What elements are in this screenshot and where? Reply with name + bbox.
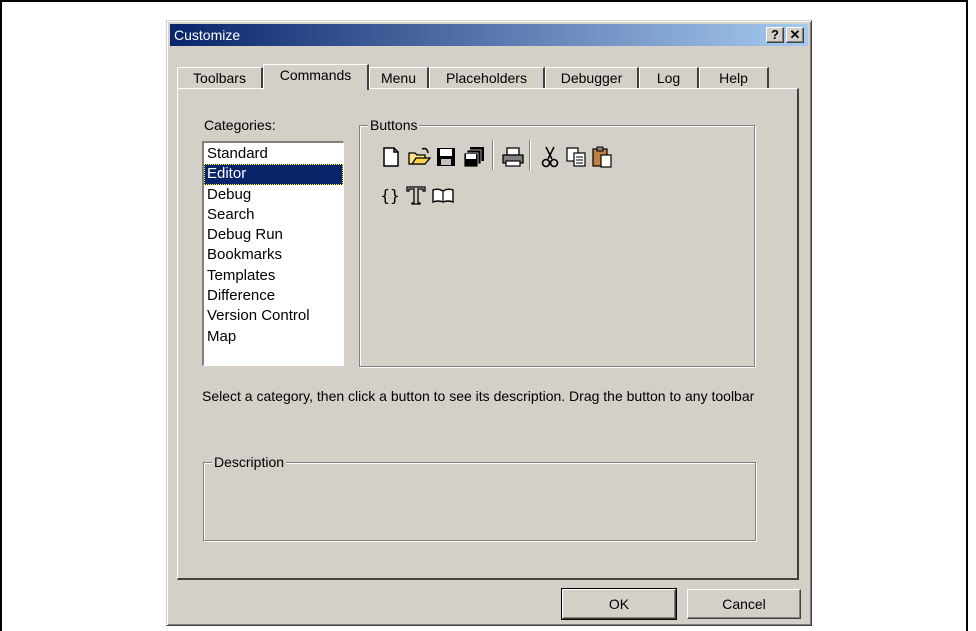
tab-log[interactable]: Log — [639, 67, 699, 89]
book-icon[interactable] — [431, 183, 455, 207]
description-caption: Description — [212, 454, 287, 470]
tab-debugger[interactable]: Debugger — [545, 67, 639, 89]
tab-placeholders[interactable]: Placeholders — [429, 67, 545, 89]
new-file-icon[interactable] — [379, 145, 403, 169]
category-item-editor[interactable]: Editor — [204, 164, 343, 185]
categories-listbox[interactable]: Standard Editor Debug Search Debug Run B… — [202, 141, 344, 366]
categories-label: Categories: — [204, 117, 276, 133]
cancel-button[interactable]: Cancel — [687, 589, 801, 619]
category-item-debug-run[interactable]: Debug Run — [204, 225, 343, 245]
tab-menu[interactable]: Menu — [369, 67, 429, 89]
dialog-title: Customize — [174, 27, 241, 43]
instructions-text: Select a category, then click a button t… — [202, 388, 755, 404]
close-button[interactable]: ✕ — [786, 27, 804, 43]
cut-icon[interactable] — [538, 145, 562, 169]
print-icon[interactable] — [501, 145, 525, 169]
category-item-search[interactable]: Search — [204, 205, 343, 225]
customize-dialog: Customize ? ✕ Toolbars Commands Menu Pla… — [166, 20, 812, 626]
help-button[interactable]: ? — [766, 27, 784, 43]
open-folder-icon[interactable] — [407, 145, 431, 169]
category-item-difference[interactable]: Difference — [204, 286, 343, 306]
save-all-icon[interactable] — [462, 145, 486, 169]
category-item-version-control[interactable]: Version Control — [204, 306, 343, 326]
tab-toolbars[interactable]: Toolbars — [177, 67, 263, 89]
category-item-standard[interactable]: Standard — [204, 144, 343, 164]
tab-help[interactable]: Help — [699, 67, 769, 89]
toolbar-separator — [492, 140, 494, 170]
text-tool-icon[interactable] — [404, 183, 428, 207]
copy-icon[interactable] — [564, 145, 588, 169]
description-groupbox — [203, 462, 756, 541]
toolbar-separator — [529, 140, 531, 170]
category-item-templates[interactable]: Templates — [204, 266, 343, 286]
ok-button[interactable]: OK — [561, 588, 677, 620]
buttons-caption: Buttons — [368, 117, 420, 133]
svg-text:{}: {} — [380, 186, 399, 205]
category-item-bookmarks[interactable]: Bookmarks — [204, 245, 343, 265]
category-item-debug[interactable]: Debug — [204, 185, 343, 205]
braces-icon[interactable]: {} — [378, 183, 402, 207]
save-icon[interactable] — [434, 145, 458, 169]
paste-icon[interactable] — [590, 145, 614, 169]
title-bar[interactable]: Customize ? ✕ — [170, 24, 808, 46]
commands-panel: Categories: Standard Editor Debug Search… — [177, 88, 799, 580]
category-item-map[interactable]: Map — [204, 327, 343, 347]
tab-commands[interactable]: Commands — [263, 64, 369, 90]
